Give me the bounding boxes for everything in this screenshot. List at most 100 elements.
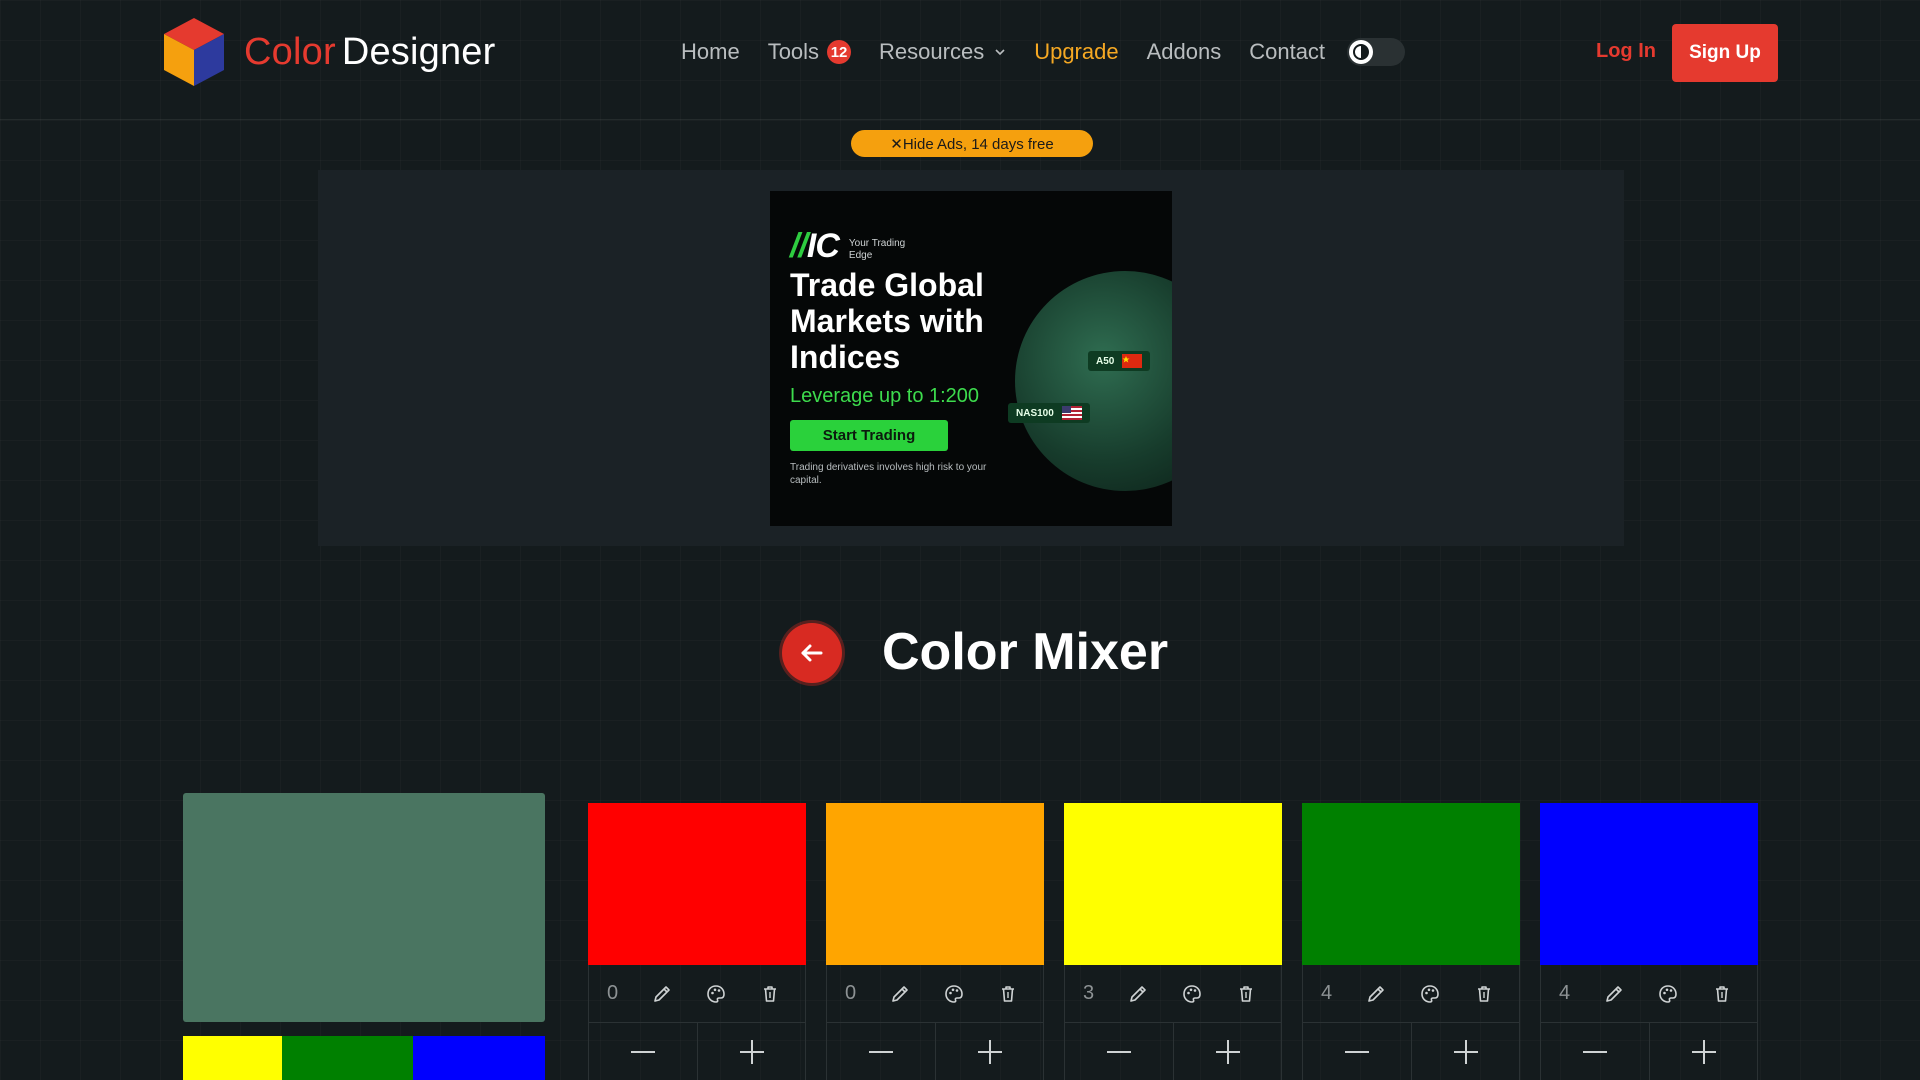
color-swatch[interactable] [588,803,806,965]
color-swatch[interactable] [1064,803,1282,965]
decrement-button[interactable] [1065,1023,1173,1080]
logo[interactable]: Color Designer [160,16,496,88]
trash-button[interactable] [1695,983,1749,1005]
minus-icon [1345,1050,1369,1053]
ad-cta-button[interactable]: Start Trading [790,420,948,451]
hide-ads-button[interactable]: ✕Hide Ads, 14 days free [851,130,1093,157]
page-title: Color Mixer [882,623,1169,681]
increment-button[interactable] [935,1023,1043,1080]
login-link[interactable]: Log In [1596,40,1656,63]
color-stepper [826,1023,1044,1080]
color-stepper [1302,1023,1520,1080]
color-stepper [1064,1023,1282,1080]
color-controls: 4 [1540,965,1758,1023]
palette-button[interactable] [1403,983,1457,1005]
trash-icon [1002,985,1014,1002]
logo-text: Color Designer [244,31,496,74]
color-swatch[interactable] [826,803,1044,965]
color-card: 4 [1302,803,1520,1080]
logo-text-designer: Designer [341,30,496,73]
color-controls: 0 [588,965,806,1023]
pencil-button[interactable] [873,983,927,1005]
palette-icon [707,984,725,1003]
color-controls: 3 [1064,965,1282,1023]
decrement-button[interactable] [827,1023,935,1080]
ad-brand-tagline: Your Trading Edge [848,238,906,261]
ad-brand: //IC Your Trading Edge [790,227,929,266]
increment-button[interactable] [1411,1023,1519,1080]
palette-icon [1659,984,1677,1003]
decrement-button[interactable] [1541,1023,1649,1080]
trash-button[interactable] [1219,983,1273,1005]
usa-flag-icon [1061,406,1082,420]
nav-home-label: Home [681,39,740,64]
theme-toggle-knob [1349,40,1374,64]
mix-proportion-segment [281,1036,414,1080]
theme-toggle[interactable] [1347,38,1406,66]
increment-button[interactable] [1173,1023,1281,1080]
color-controls: 0 [826,965,1044,1023]
site-header: Color Designer Home Tools 12 Resources Upg… [0,0,1920,120]
cube-logo-icon [164,18,224,86]
back-button[interactable] [782,623,842,683]
nav-addons-label: Addons [1146,39,1222,64]
mix-proportion-bar [183,1036,545,1080]
minus-icon [1583,1050,1607,1053]
ad-tag-a50: A50 [1088,351,1151,371]
pencil-button[interactable] [635,983,689,1005]
pencil-button[interactable] [1587,983,1641,1005]
ad-banner[interactable]: //IC Your Trading Edge Trade Global Mark… [770,191,1172,526]
plus-icon [1453,1039,1478,1064]
nav-resources-label: Resources [879,39,985,64]
increment-button[interactable] [1649,1023,1757,1080]
nav-contact-label: Contact [1249,39,1326,64]
color-swatch[interactable] [1540,803,1758,965]
color-count: 4 [1321,982,1333,1004]
minus-icon [631,1050,655,1053]
mix-proportion-segment [413,1036,545,1080]
color-stepper [588,1023,806,1080]
contrast-icon [1353,44,1370,60]
color-card: 3 [1064,803,1282,1080]
nav-tools[interactable]: Tools 12 [768,39,852,65]
tools-count-badge: 12 [827,40,852,64]
color-count: 0 [845,982,857,1004]
nav-home[interactable]: Home [681,39,740,65]
china-flag-icon [1122,354,1143,368]
palette-button[interactable] [1641,983,1695,1005]
minus-icon [1107,1050,1131,1053]
pencil-button[interactable] [1349,983,1403,1005]
nav-contact[interactable]: Contact [1249,39,1325,65]
trash-button[interactable] [1457,983,1511,1005]
color-stepper [1540,1023,1758,1080]
nav-addons[interactable]: Addons [1147,39,1222,65]
pencil-button[interactable] [1111,983,1165,1005]
palette-button[interactable] [927,983,981,1005]
plus-icon [1215,1039,1240,1064]
trash-button[interactable] [743,983,797,1005]
mix-proportion-segment [183,1036,282,1080]
ad-headline: Trade Global Markets with Indices [790,267,984,375]
pencil-icon [1130,985,1146,1002]
nav-resources[interactable]: Resources [879,39,1006,65]
nav-upgrade[interactable]: Upgrade [1034,39,1118,65]
increment-button[interactable] [697,1023,805,1080]
logo-text-color: Color [244,30,336,73]
ad-subline: Leverage up to 1:200 [790,385,980,407]
palette-button[interactable] [1165,983,1219,1005]
decrement-button[interactable] [589,1023,697,1080]
signup-button[interactable]: Sign Up [1672,24,1778,82]
trash-button[interactable] [981,983,1035,1005]
palette-button[interactable] [689,983,743,1005]
color-card: 4 [1540,803,1758,1080]
mix-result-swatch[interactable] [183,793,545,1022]
ad-brand-mark: //IC [790,227,840,265]
chevron-down-icon [995,49,1005,56]
palette-icon [1183,984,1201,1003]
color-swatch[interactable] [1302,803,1520,965]
trash-icon [1716,985,1728,1002]
color-card: 0 [588,803,806,1080]
pencil-icon [1606,985,1622,1002]
decrement-button[interactable] [1303,1023,1411,1080]
trash-icon [1478,985,1490,1002]
